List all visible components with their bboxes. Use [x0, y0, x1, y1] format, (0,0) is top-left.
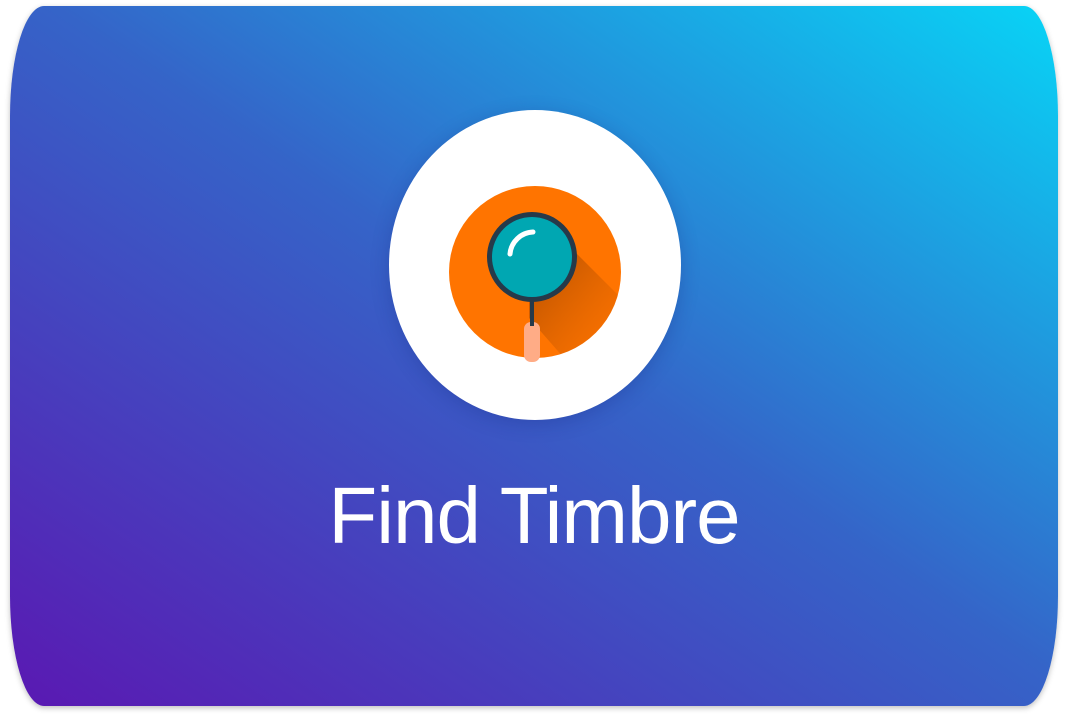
- app-logo: [389, 110, 681, 420]
- find-timbre-card[interactable]: Find Timbre: [10, 6, 1058, 706]
- magnifying-glass-icon: [449, 186, 621, 362]
- app-title: Find Timbre: [328, 471, 740, 560]
